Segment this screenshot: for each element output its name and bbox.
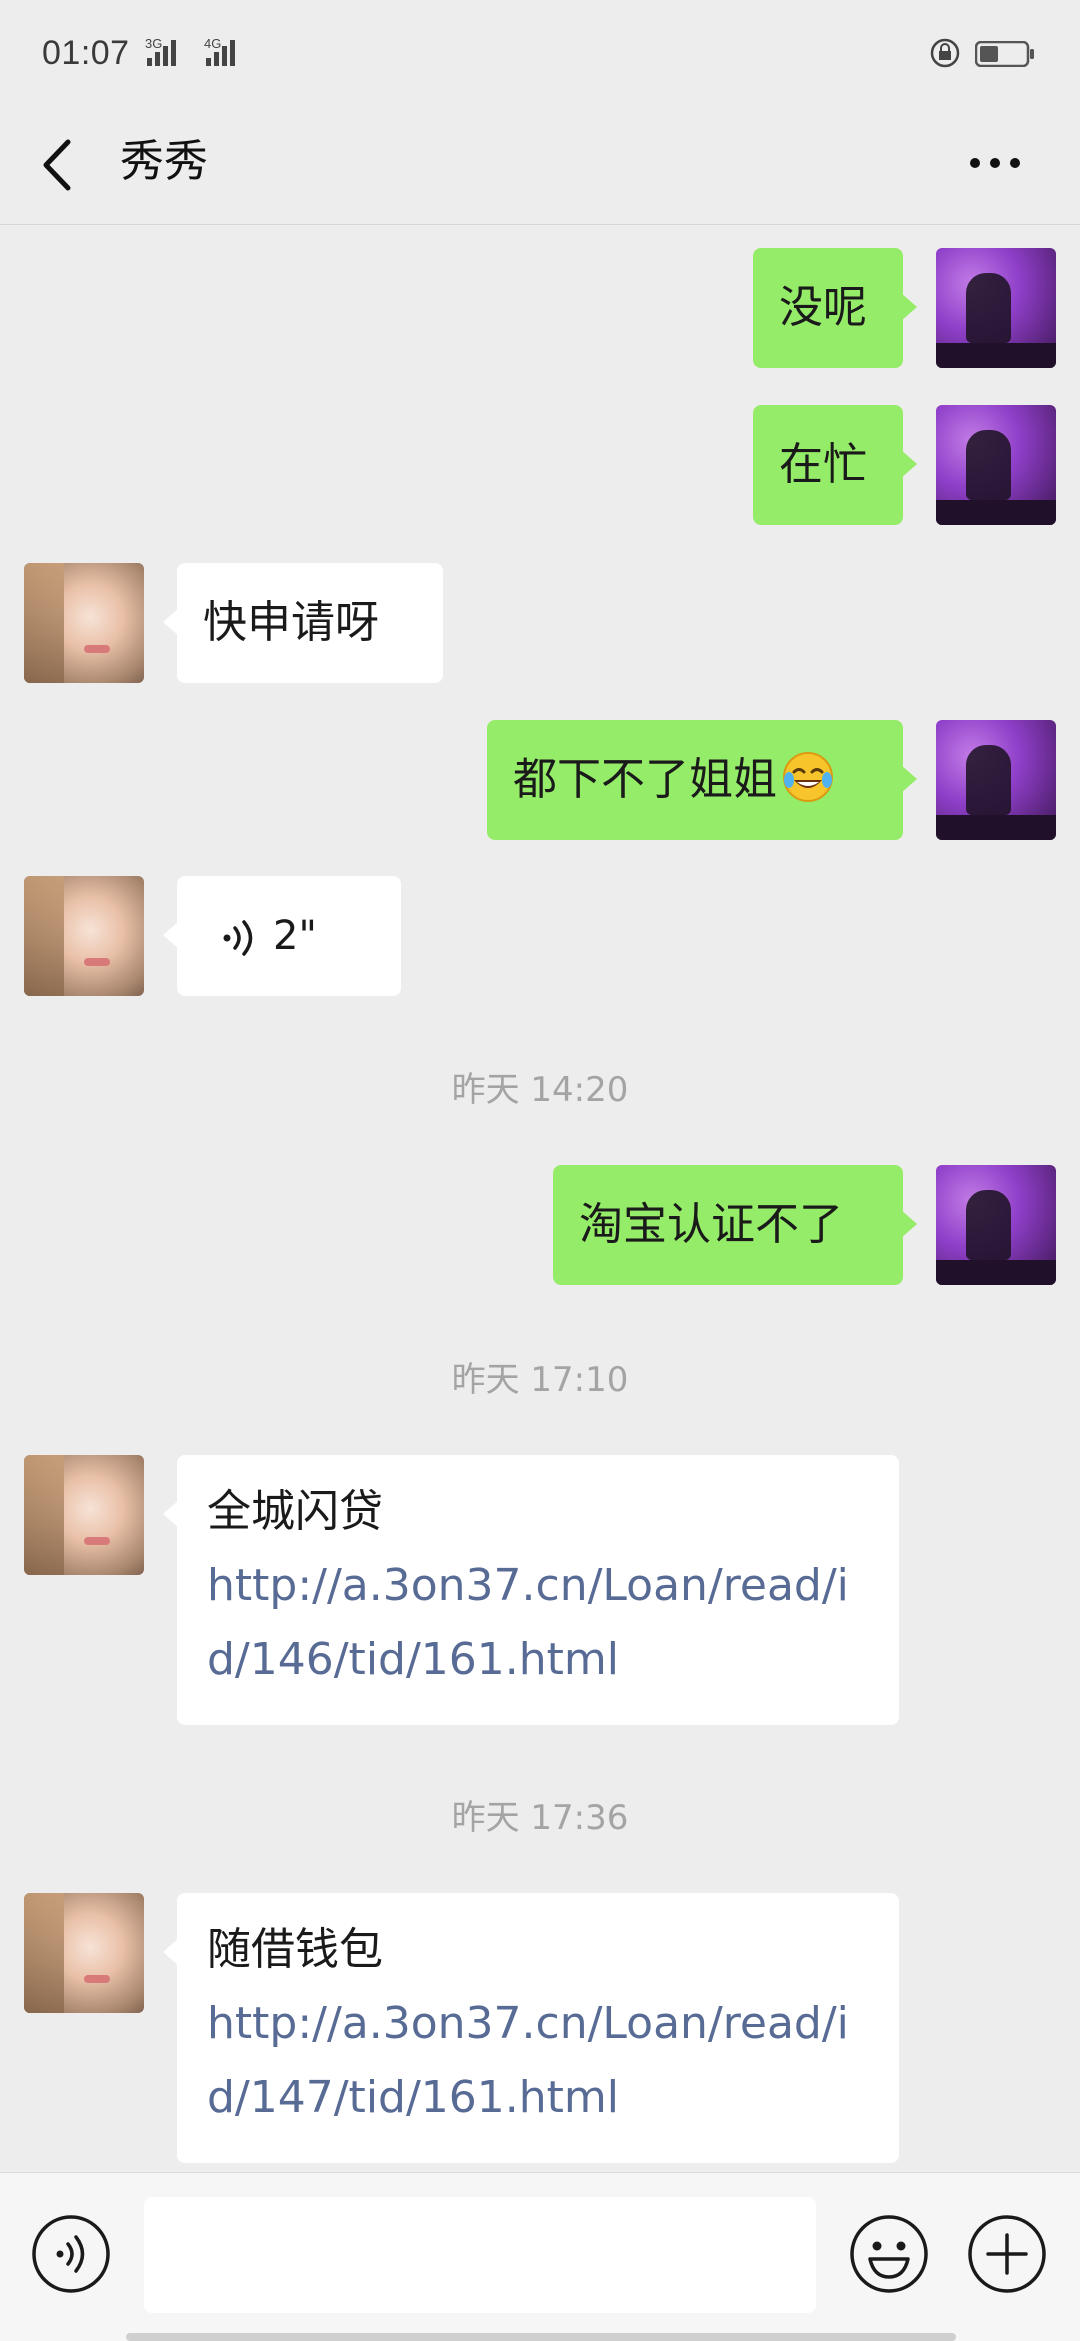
message-text: 淘宝认证不了: [579, 1199, 843, 1250]
message-text: 都下不了姐姐: [513, 754, 777, 805]
plus-circle-icon[interactable]: [966, 2213, 1048, 2295]
chat-title: 秀秀: [120, 136, 208, 187]
my-avatar[interactable]: [936, 248, 1056, 368]
message-bubble[interactable]: 没呢: [753, 248, 917, 368]
voice-input-icon[interactable]: [30, 2213, 112, 2295]
link-title: 随借钱包: [207, 1924, 383, 1975]
message-bubble[interactable]: 都下不了姐姐: [487, 720, 917, 840]
chat-timestamp: 昨天 17:10: [451, 1360, 629, 1400]
contact-avatar[interactable]: [24, 1893, 144, 2013]
more-dots-icon[interactable]: [965, 138, 1025, 188]
my-avatar[interactable]: [936, 720, 1056, 840]
my-avatar[interactable]: [936, 1165, 1056, 1285]
contact-avatar[interactable]: [24, 876, 144, 996]
emoji-face-icon[interactable]: [848, 2213, 930, 2295]
message-bubble[interactable]: 淘宝认证不了: [553, 1165, 917, 1285]
chat-timestamp: 昨天 17:36: [451, 1798, 629, 1838]
link-message-bubble[interactable]: 随借钱包 http://a.3on37.cn/Loan/read/id/147/…: [163, 1893, 899, 2163]
message-text: 快申请呀: [203, 597, 379, 648]
voice-wave-icon: [223, 920, 253, 956]
contact-avatar[interactable]: [24, 563, 144, 683]
link-message-bubble[interactable]: 全城闪贷 http://a.3on37.cn/Loan/read/id/146/…: [163, 1455, 899, 1725]
message-bubble[interactable]: 在忙: [753, 405, 917, 525]
network-type-label: 4G: [204, 36, 222, 51]
link-title: 全城闪贷: [207, 1486, 383, 1537]
message-text: 在忙: [779, 439, 867, 490]
tears-of-joy-emoji-icon: [783, 752, 833, 802]
contact-avatar[interactable]: [24, 1455, 144, 1575]
chat-header: 秀秀: [0, 110, 1080, 225]
network-type-label: 3G: [145, 36, 163, 51]
message-bubble[interactable]: 快申请呀: [163, 563, 443, 683]
voice-duration: 2": [273, 913, 317, 959]
chat-timestamp: 昨天 14:20: [451, 1070, 629, 1110]
status-time: 01:07: [42, 34, 130, 72]
back-arrow-icon[interactable]: [38, 130, 78, 200]
lock-icon: [930, 38, 960, 68]
battery-icon: [975, 41, 1034, 67]
my-avatar[interactable]: [936, 405, 1056, 525]
status-bar: 01:07 3G 4G: [0, 0, 1080, 110]
message-input[interactable]: [144, 2197, 816, 2313]
link-url[interactable]: http://a.3on37.cn/Loan/read/id/146/tid/1…: [207, 1549, 869, 1697]
message-text: 没呢: [779, 282, 867, 333]
voice-message-bubble[interactable]: 2": [163, 876, 401, 996]
link-url[interactable]: http://a.3on37.cn/Loan/read/id/147/tid/1…: [207, 1987, 869, 2135]
input-bar: [0, 2172, 1080, 2341]
